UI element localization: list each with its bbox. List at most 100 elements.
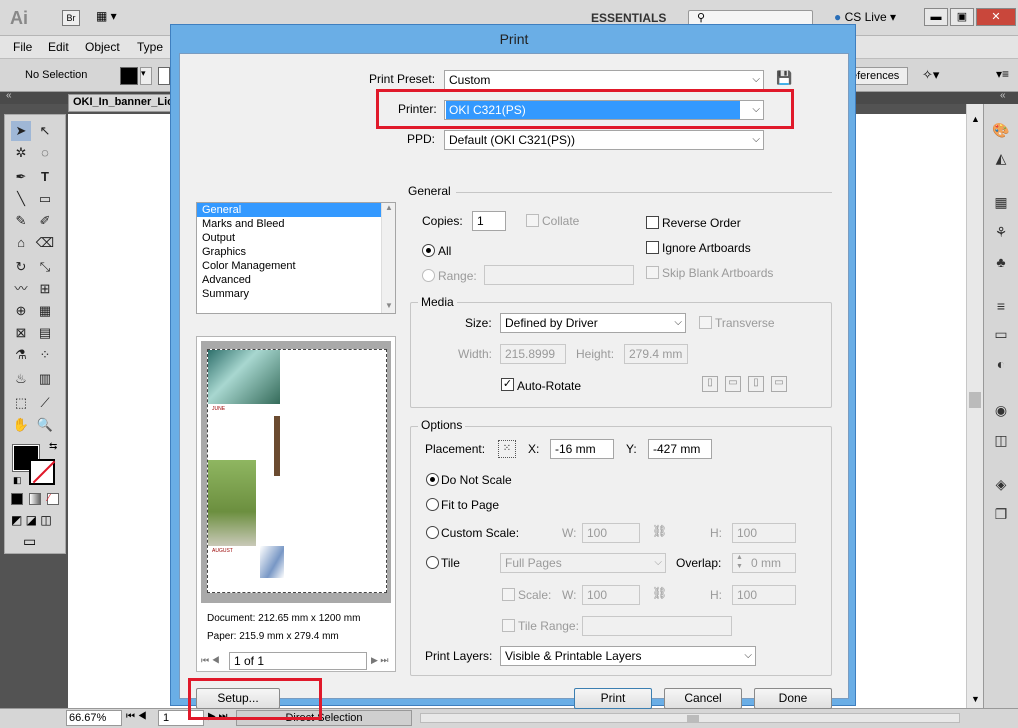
minimize-button[interactable]: ▬	[924, 8, 948, 26]
type-tool-icon[interactable]: T	[35, 167, 55, 187]
color-panel-icon[interactable]: 🎨	[991, 122, 1011, 140]
selection-tool-icon[interactable]: ➤	[11, 121, 31, 141]
blend-tool-icon[interactable]: ⁘	[35, 345, 55, 365]
category-list[interactable]: General Marks and Bleed Output Graphics …	[196, 202, 396, 314]
x-input[interactable]: -16 mm	[550, 439, 614, 459]
slice-tool-icon[interactable]: ⟋	[35, 393, 55, 413]
custom-scale-radio[interactable]	[426, 526, 439, 539]
bridge-button[interactable]: Br	[62, 10, 80, 26]
scroll-down-icon[interactable]: ▼	[971, 694, 980, 704]
none-mode-icon[interactable]: ⁄	[47, 493, 59, 505]
range-input[interactable]	[484, 265, 634, 285]
preview-page[interactable]: JUNE AUGUST	[207, 349, 387, 593]
direct-selection-tool-icon[interactable]: ↖	[35, 121, 55, 141]
warp-tool-icon[interactable]: 〰	[11, 279, 31, 299]
symbol-sprayer-tool-icon[interactable]: ♨	[11, 369, 31, 389]
tile-select[interactable]: Full Pages ⌵	[500, 553, 666, 573]
skip-blank-checkbox[interactable]	[646, 266, 659, 279]
magic-wand-tool-icon[interactable]: ✲	[11, 143, 31, 163]
color-mode-icon[interactable]	[11, 493, 23, 505]
workspace-switcher[interactable]: ESSENTIALS	[591, 11, 666, 25]
do-not-scale-radio[interactable]	[426, 473, 439, 486]
blob-brush-tool-icon[interactable]: ⌂	[11, 233, 31, 253]
done-button[interactable]: Done	[754, 688, 832, 709]
collapse-right-icon[interactable]: «	[1000, 90, 1006, 101]
tile-scale-h-input[interactable]: 100	[732, 585, 796, 605]
all-radio[interactable]	[422, 244, 435, 257]
brushes-panel-icon[interactable]: ⚘	[991, 224, 1011, 242]
width-input[interactable]: 215.8999	[500, 344, 566, 364]
draw-normal-icon[interactable]: ◩ ◪ ◫	[11, 513, 52, 527]
category-advanced[interactable]: Advanced	[197, 273, 395, 287]
tile-range-checkbox[interactable]	[502, 619, 515, 632]
transparency-panel-icon[interactable]: ◐	[991, 356, 1011, 374]
menu-object[interactable]: Object	[85, 40, 120, 54]
transverse-checkbox[interactable]	[699, 316, 712, 329]
default-colors-icon[interactable]: ◧	[13, 475, 22, 486]
appearance-panel-icon[interactable]: ◉	[991, 402, 1011, 420]
scale-h-input[interactable]: 100	[732, 523, 796, 543]
gradient-panel-icon[interactable]: ▭	[991, 326, 1011, 344]
cancel-button[interactable]: Cancel	[664, 688, 742, 709]
scroll-up-icon[interactable]: ▲	[385, 203, 393, 212]
ppd-select[interactable]: Default (OKI C321(PS)) ⌵	[444, 130, 764, 150]
link-proportions-icon[interactable]: ⛓	[652, 524, 667, 538]
category-graphics[interactable]: Graphics	[197, 245, 395, 259]
ignore-artboards-checkbox[interactable]	[646, 241, 659, 254]
arrange-documents-icon[interactable]: ▦ ▾	[96, 9, 128, 27]
category-scrollbar[interactable]: ▲ ▼	[381, 203, 395, 313]
document-tab[interactable]: OKI_In_banner_Lic	[68, 94, 180, 112]
category-marks-bleed[interactable]: Marks and Bleed	[197, 217, 395, 231]
pen-tool-icon[interactable]: ✒	[11, 167, 31, 187]
shape-builder-tool-icon[interactable]: ⊕	[11, 301, 31, 321]
menu-type[interactable]: Type	[137, 40, 163, 54]
tile-link-proportions-icon[interactable]: ⛓	[652, 586, 667, 600]
screen-mode-icon[interactable]: ▭	[23, 533, 36, 550]
swatches-panel-icon[interactable]: ▦	[991, 194, 1011, 212]
nav-first-icon[interactable]: ⏮ ◀	[126, 711, 147, 722]
scale-w-input[interactable]: 100	[582, 523, 640, 543]
page-navigator-field[interactable]: 1 of 1	[229, 652, 367, 670]
print-button[interactable]: Print	[574, 688, 652, 709]
hand-tool-icon[interactable]: ✋	[11, 415, 31, 435]
cs-live-menu[interactable]: ● CS Live ▾	[834, 10, 896, 24]
color-guide-icon[interactable]: ◭	[991, 150, 1011, 168]
tile-scale-w-input[interactable]: 100	[582, 585, 640, 605]
tile-radio[interactable]	[426, 556, 439, 569]
pencil-tool-icon[interactable]: ✐	[35, 211, 55, 231]
menu-edit[interactable]: Edit	[48, 40, 69, 54]
artboard-tool-icon[interactable]: ⬚	[11, 393, 31, 413]
artboards-panel-icon[interactable]: ❐	[991, 506, 1011, 524]
tile-range-input[interactable]	[582, 616, 732, 636]
y-input[interactable]: -427 mm	[648, 439, 712, 459]
nav-prev-icon[interactable]: ⏮ ◀	[201, 655, 220, 666]
fill-swatch[interactable]	[120, 67, 138, 85]
category-summary[interactable]: Summary	[197, 287, 395, 301]
copies-input[interactable]: 1	[472, 211, 506, 231]
mesh-tool-icon[interactable]: ⊠	[11, 323, 31, 343]
rotate-tool-icon[interactable]: ↻	[11, 257, 31, 277]
category-color-management[interactable]: Color Management	[197, 259, 395, 273]
height-input[interactable]: 279.4 mm	[624, 344, 688, 364]
fit-to-page-radio[interactable]	[426, 498, 439, 511]
graphic-styles-icon[interactable]: ◫	[991, 432, 1011, 450]
print-layers-select[interactable]: Visible & Printable Layers ⌵	[500, 646, 756, 666]
scroll-down-icon[interactable]: ▼	[385, 301, 393, 310]
free-transform-tool-icon[interactable]: ⊞	[35, 279, 55, 299]
scroll-up-icon[interactable]: ▲	[971, 114, 980, 124]
perspective-grid-tool-icon[interactable]: ▦	[35, 301, 55, 321]
rectangle-tool-icon[interactable]: ▭	[35, 189, 55, 209]
landscape-flipped-icon[interactable]: ▭	[771, 376, 787, 392]
stroke-swatch[interactable]	[158, 67, 170, 85]
save-preset-icon[interactable]: 💾	[776, 70, 794, 88]
eyedropper-tool-icon[interactable]: ⚗	[11, 345, 31, 365]
layers-panel-icon[interactable]: ◈	[991, 476, 1011, 494]
gradient-mode-icon[interactable]	[29, 493, 41, 505]
h-scroll-thumb[interactable]	[687, 715, 699, 722]
tile-scale-checkbox[interactable]	[502, 588, 515, 601]
collapse-left-icon[interactable]: «	[6, 90, 12, 101]
landscape-icon[interactable]: ▭	[725, 376, 741, 392]
scale-tool-icon[interactable]: ⤡	[35, 257, 55, 277]
menu-file[interactable]: File	[13, 40, 32, 54]
overlap-stepper-icon[interactable]: ▲ ▼	[736, 553, 743, 571]
